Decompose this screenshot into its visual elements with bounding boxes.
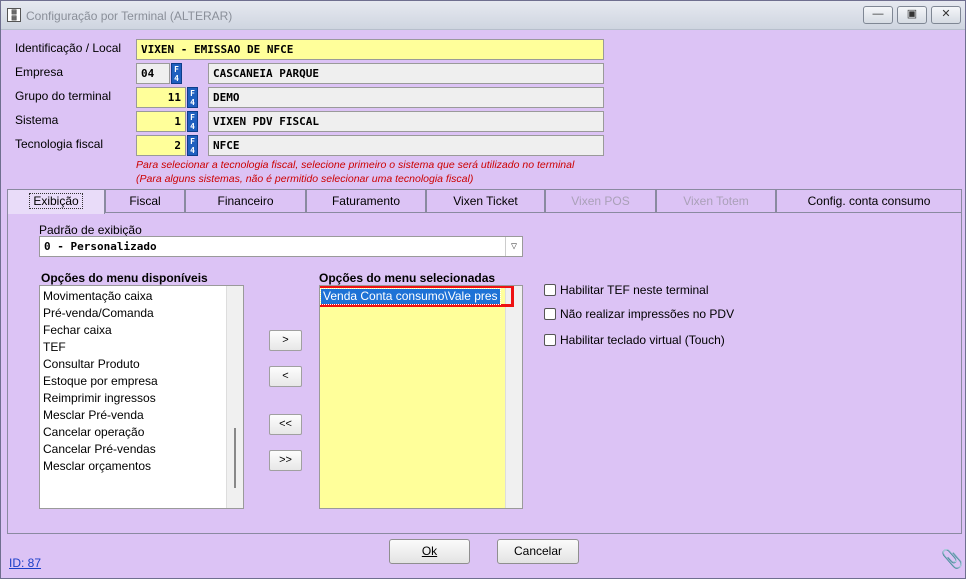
list-item[interactable]: Pré-venda/Comanda xyxy=(40,305,243,322)
minimize-button[interactable]: — xyxy=(863,6,893,24)
grupo-f4-icon[interactable]: F4 xyxy=(187,87,198,108)
window-title: Configuração por Terminal (ALTERAR) xyxy=(26,9,233,23)
list-item[interactable]: Mesclar Pré-venda xyxy=(40,407,243,424)
tab-vixen-totem: Vixen Totem xyxy=(656,189,776,213)
tecnologia-name-field: NFCE xyxy=(208,135,604,156)
remove-button[interactable]: < xyxy=(269,366,302,387)
list-item[interactable]: Reimprimir ingressos xyxy=(40,390,243,407)
ok-button[interactable]: Ok xyxy=(389,539,470,564)
list-item[interactable]: Estoque por empresa xyxy=(40,373,243,390)
remove-all-button[interactable]: << xyxy=(269,414,302,435)
list-item[interactable]: TEF xyxy=(40,339,243,356)
list-item[interactable]: Cancelar operação xyxy=(40,424,243,441)
tecnologia-note: Para selecionar a tecnologia fiscal, sel… xyxy=(136,159,575,171)
list-item[interactable]: Mesclar orçamentos xyxy=(40,458,243,475)
padrao-select-value: 0 - Personalizado xyxy=(44,240,157,253)
title-bar: ▦ ▦ Configuração por Terminal (ALTERAR) —… xyxy=(1,1,965,30)
tab-vixen-ticket[interactable]: Vixen Ticket xyxy=(426,189,545,213)
add-button[interactable]: > xyxy=(269,330,302,351)
selecionadas-scrollbar[interactable] xyxy=(505,286,522,508)
config-window: ▦ ▦ Configuração por Terminal (ALTERAR) —… xyxy=(0,0,966,579)
tab-fiscal[interactable]: Fiscal xyxy=(105,189,185,213)
cancel-button[interactable]: Cancelar xyxy=(497,539,579,564)
tab-faturamento[interactable]: Faturamento xyxy=(306,189,426,213)
list-item[interactable]: Movimentação caixa xyxy=(40,288,243,305)
tecnologia-label: Tecnologia fiscal xyxy=(15,137,104,151)
empresa-code-field[interactable]: 04 xyxy=(136,63,170,84)
padrao-label: Padrão de exibição xyxy=(39,223,142,237)
disponiveis-listbox[interactable]: Movimentação caixa Pré-venda/Comanda Fecha… xyxy=(39,285,244,509)
checkbox-box[interactable] xyxy=(544,308,556,320)
app-icon: ▦ ▦ xyxy=(7,8,21,22)
tab-exibicao[interactable]: Exibição xyxy=(7,189,105,214)
checkbox-box[interactable] xyxy=(544,284,556,296)
identificacao-label: Identificação / Local xyxy=(15,41,122,55)
checkbox-box[interactable] xyxy=(544,334,556,346)
tab-config-conta-consumo[interactable]: Config. conta consumo xyxy=(776,189,962,213)
sistema-name-field: VIXEN PDV FISCAL xyxy=(208,111,604,132)
tecnologia-note-2: (Para alguns sistemas, não é permitido s… xyxy=(136,173,474,185)
sistema-code-field[interactable]: 1 xyxy=(136,111,186,132)
empresa-name-field: CASCANEIA PARQUE xyxy=(208,63,604,84)
grupo-name-field: DEMO xyxy=(208,87,604,108)
empresa-label: Empresa xyxy=(15,65,64,79)
id-link[interactable]: ID: 87 xyxy=(9,556,41,570)
close-button[interactable]: ✕ xyxy=(931,6,961,24)
list-item[interactable]: Consultar Produto xyxy=(40,356,243,373)
grupo-label: Grupo do terminal xyxy=(15,89,112,103)
scroll-thumb[interactable] xyxy=(234,428,236,488)
list-item[interactable]: Cancelar Pré-vendas xyxy=(40,441,243,458)
add-all-button[interactable]: >> xyxy=(269,450,302,471)
padrao-select[interactable]: 0 - Personalizado ▽ xyxy=(39,236,523,257)
list-item[interactable]: Fechar caixa xyxy=(40,322,243,339)
sistema-label: Sistema xyxy=(15,113,59,127)
maximize-button[interactable]: ▣ xyxy=(897,6,927,24)
identificacao-field[interactable]: VIXEN - EMISSAO DE NFCE xyxy=(136,39,604,60)
sistema-f4-icon[interactable]: F4 xyxy=(187,111,198,132)
tecnologia-code-field[interactable]: 2 xyxy=(136,135,186,156)
disponiveis-scrollbar[interactable] xyxy=(226,286,243,508)
selected-list-item[interactable]: Venda Conta consumo\Vale pres xyxy=(320,288,501,305)
tab-strip: Exibição Fiscal Financeiro Faturamento V… xyxy=(7,189,962,214)
tef-checkbox[interactable]: Habilitar TEF neste terminal xyxy=(544,283,709,299)
chevron-down-icon[interactable]: ▽ xyxy=(505,237,522,256)
selecionadas-listbox[interactable]: Venda Conta consumo\Vale pres xyxy=(319,285,523,509)
paperclip-icon[interactable]: 📎 xyxy=(941,549,963,570)
empresa-f4-icon[interactable]: F4 xyxy=(171,63,182,84)
virtual-keyboard-checkbox[interactable]: Habilitar teclado virtual (Touch) xyxy=(544,333,725,349)
disponiveis-label: Opções do menu disponíveis xyxy=(41,271,208,285)
selecionadas-label: Opções do menu selecionadas xyxy=(319,271,496,285)
grupo-code-field[interactable]: 11 xyxy=(136,87,186,108)
tab-vixen-pos: Vixen POS xyxy=(545,189,656,213)
no-print-checkbox[interactable]: Não realizar impressões no PDV xyxy=(544,307,734,323)
tab-financeiro[interactable]: Financeiro xyxy=(185,189,306,213)
tecnologia-f4-icon[interactable]: F4 xyxy=(187,135,198,156)
